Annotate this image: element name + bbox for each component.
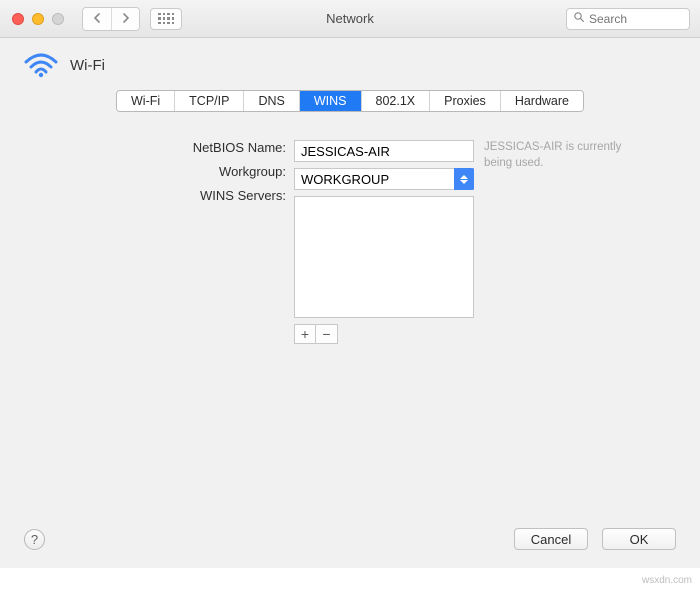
form-labels: NetBIOS Name: Workgroup: WINS Servers: bbox=[24, 140, 294, 344]
panel-header: Wi-Fi bbox=[24, 52, 676, 78]
forward-button[interactable] bbox=[111, 8, 139, 30]
search-field[interactable] bbox=[566, 8, 690, 30]
tab-hardware[interactable]: Hardware bbox=[500, 91, 583, 111]
wins-servers-buttons: + − bbox=[294, 324, 474, 344]
remove-server-button[interactable]: − bbox=[316, 324, 338, 344]
tab-tcpip[interactable]: TCP/IP bbox=[174, 91, 243, 111]
panel-title: Wi-Fi bbox=[70, 57, 105, 74]
add-server-button[interactable]: + bbox=[294, 324, 316, 344]
tab-8021x[interactable]: 802.1X bbox=[361, 91, 430, 111]
window-controls bbox=[12, 13, 64, 25]
workgroup-combo[interactable] bbox=[294, 168, 474, 190]
grid-icon bbox=[158, 13, 174, 25]
workgroup-label: Workgroup: bbox=[219, 164, 286, 179]
form-fields: + − bbox=[294, 140, 474, 344]
tab-wifi[interactable]: Wi-Fi bbox=[117, 91, 174, 111]
tab-wins[interactable]: WINS bbox=[299, 91, 361, 111]
minimize-window-button[interactable] bbox=[32, 13, 44, 25]
tab-bar: Wi-Fi TCP/IP DNS WINS 802.1X Proxies Har… bbox=[24, 90, 676, 112]
form-area: NetBIOS Name: Workgroup: WINS Servers: +… bbox=[24, 140, 676, 344]
network-preferences-window: Network Wi-Fi Wi-Fi TCP/IP bbox=[0, 0, 700, 568]
back-button[interactable] bbox=[83, 8, 111, 30]
tab-proxies[interactable]: Proxies bbox=[429, 91, 500, 111]
chevron-left-icon bbox=[93, 11, 102, 26]
watermark-text: wsxdn.com bbox=[642, 575, 692, 586]
wifi-icon bbox=[24, 52, 58, 78]
netbios-name-input[interactable] bbox=[294, 140, 474, 162]
cancel-button[interactable]: Cancel bbox=[514, 528, 588, 550]
footer-actions: Cancel OK bbox=[514, 528, 676, 550]
show-all-button[interactable] bbox=[150, 8, 182, 30]
footer: ? Cancel OK bbox=[24, 510, 676, 568]
workgroup-input[interactable] bbox=[294, 168, 474, 190]
search-input[interactable] bbox=[589, 12, 700, 26]
tab-dns[interactable]: DNS bbox=[243, 91, 298, 111]
help-button[interactable]: ? bbox=[24, 529, 45, 550]
netbios-hint-text: JESSICAS-AIR is currently being used. bbox=[474, 140, 644, 344]
tab-bar-inner: Wi-Fi TCP/IP DNS WINS 802.1X Proxies Har… bbox=[116, 90, 584, 112]
updown-arrow-icon[interactable] bbox=[454, 168, 474, 190]
zoom-window-button bbox=[52, 13, 64, 25]
chevron-right-icon bbox=[121, 11, 130, 26]
wins-servers-label: WINS Servers: bbox=[200, 188, 286, 203]
titlebar: Network bbox=[0, 0, 700, 38]
search-icon bbox=[573, 10, 585, 28]
ok-button[interactable]: OK bbox=[602, 528, 676, 550]
content-area: Wi-Fi Wi-Fi TCP/IP DNS WINS 802.1X Proxi… bbox=[0, 38, 700, 568]
wins-servers-list[interactable] bbox=[294, 196, 474, 318]
nav-buttons bbox=[82, 7, 140, 31]
close-window-button[interactable] bbox=[12, 13, 24, 25]
netbios-name-label: NetBIOS Name: bbox=[193, 140, 286, 155]
